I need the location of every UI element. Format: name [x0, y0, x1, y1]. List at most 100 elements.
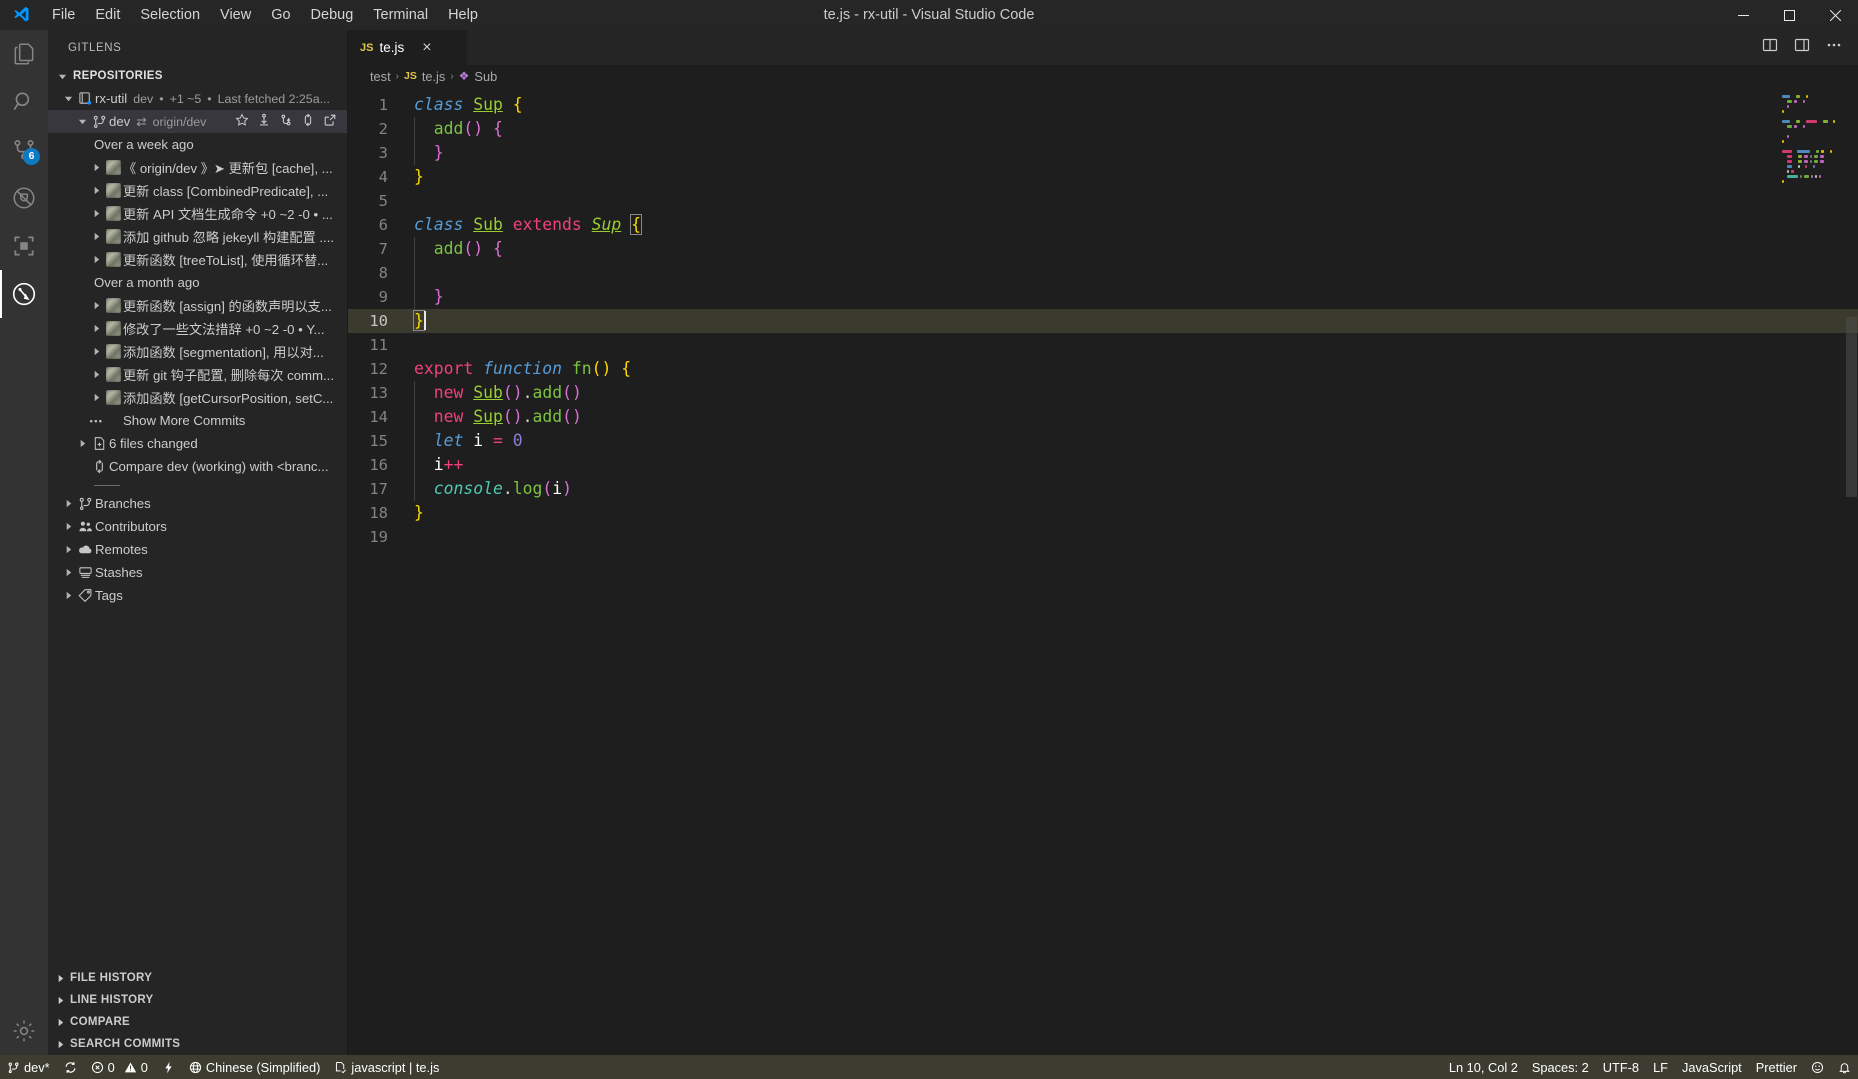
sidebar-item-tags[interactable]: Tags — [48, 584, 347, 607]
code-line[interactable]: 3 } — [348, 141, 1858, 165]
status-notifications[interactable] — [1831, 1055, 1858, 1079]
code-text[interactable]: new Sup().add() — [414, 405, 582, 429]
menu-terminal[interactable]: Terminal — [363, 1, 438, 29]
section-repositories[interactable]: REPOSITORIES — [48, 65, 347, 87]
fetch-icon[interactable] — [279, 113, 293, 130]
chevron-down-icon[interactable] — [76, 117, 89, 126]
activity-debug[interactable] — [0, 174, 48, 222]
code-text[interactable]: i++ — [414, 453, 463, 477]
code-scroll-area[interactable]: 1class Sup {2 add() {3 }4}56class Sub ex… — [348, 87, 1858, 1055]
code-text[interactable]: } — [414, 141, 444, 165]
code-text[interactable]: } — [414, 501, 424, 525]
close-icon[interactable]: × — [422, 40, 431, 56]
compare-row[interactable]: Compare dev (working) with <branc... — [48, 455, 347, 478]
code-line[interactable]: 7 add() { — [348, 237, 1858, 261]
activity-extensions[interactable] — [0, 222, 48, 270]
tab-te-js[interactable]: JS te.js × — [348, 30, 468, 65]
status-bolt[interactable] — [155, 1055, 182, 1079]
status-problems[interactable]: 0 0 — [84, 1055, 155, 1079]
code-line[interactable]: 9 } — [348, 285, 1858, 309]
chevron-right-icon[interactable] — [62, 545, 75, 554]
menu-edit[interactable]: Edit — [85, 1, 130, 29]
chevron-right-icon[interactable] — [90, 370, 103, 379]
list-item[interactable]: 更新 class [CombinedPredicate], ... — [48, 179, 347, 202]
close-button[interactable] — [1812, 0, 1858, 30]
list-item[interactable]: 添加函数 [getCursorPosition, setC... — [48, 386, 347, 409]
code-text[interactable]: class Sup { — [414, 93, 523, 117]
code-line[interactable]: 15 let i = 0 — [348, 429, 1858, 453]
activity-gitlens[interactable] — [0, 270, 48, 318]
code-line[interactable]: 10} — [348, 309, 1858, 333]
section-file-history[interactable]: FILE HISTORY — [48, 967, 347, 989]
layout-icon[interactable] — [1794, 37, 1810, 58]
section-search-commits[interactable]: SEARCH COMMITS — [48, 1033, 347, 1055]
code-text[interactable]: } — [414, 309, 426, 333]
activity-bar[interactable]: 6 — [0, 30, 48, 1055]
code-text[interactable]: console.log(i) — [414, 477, 572, 501]
list-item[interactable]: 添加 github 忽略 jekeyll 构建配置 .... — [48, 225, 347, 248]
code-line[interactable]: 1class Sup { — [348, 93, 1858, 117]
code-lines[interactable]: 1class Sup {2 add() {3 }4}56class Sub ex… — [348, 87, 1858, 549]
breadcrumb[interactable]: test › JS te.js › ❖ Sub — [348, 65, 1858, 87]
chevron-right-icon[interactable] — [90, 255, 103, 264]
code-text[interactable]: } — [414, 165, 424, 189]
menu-debug[interactable]: Debug — [301, 1, 364, 29]
chevron-right-icon[interactable] — [62, 499, 75, 508]
status-indentation[interactable]: Spaces: 2 — [1525, 1055, 1596, 1079]
code-editor[interactable]: 1class Sup {2 add() {3 }4}56class Sub ex… — [348, 87, 1858, 1055]
activity-source-control[interactable]: 6 — [0, 126, 48, 174]
menu-help[interactable]: Help — [438, 1, 488, 29]
pull-icon[interactable] — [257, 113, 271, 130]
chevron-right-icon[interactable] — [90, 301, 103, 310]
open-external-icon[interactable] — [323, 113, 337, 130]
section-line-history[interactable]: LINE HISTORY — [48, 989, 347, 1011]
code-line[interactable]: 16 i++ — [348, 453, 1858, 477]
sidebar-item-contributors[interactable]: Contributors — [48, 515, 347, 538]
sidebar-item-branches[interactable]: Branches — [48, 492, 347, 515]
manage-gear-icon[interactable] — [0, 1007, 48, 1055]
code-line[interactable]: 13 new Sub().add() — [348, 381, 1858, 405]
chevron-right-icon[interactable] — [76, 439, 89, 448]
menu-view[interactable]: View — [210, 1, 261, 29]
status-jsdoc[interactable]: javascript | te.js — [327, 1055, 446, 1079]
status-language-mode[interactable]: JavaScript — [1675, 1055, 1749, 1079]
editor-scrollbar[interactable] — [1844, 87, 1858, 1055]
code-line[interactable]: 6class Sub extends Sup { — [348, 213, 1858, 237]
code-text[interactable]: export function fn() { — [414, 357, 631, 381]
menu-go[interactable]: Go — [261, 1, 300, 29]
branch-row-actions[interactable] — [235, 113, 343, 130]
code-line[interactable]: 17 console.log(i) — [348, 477, 1858, 501]
code-text[interactable]: let i = 0 — [414, 429, 523, 453]
status-formatter[interactable]: Prettier — [1749, 1055, 1804, 1079]
chevron-right-icon[interactable] — [90, 232, 103, 241]
chevron-right-icon[interactable] — [62, 591, 75, 600]
activity-search[interactable] — [0, 78, 48, 126]
show-more-commits-row[interactable]: ••• Show More Commits — [48, 409, 347, 432]
chevron-right-icon[interactable] — [62, 522, 75, 531]
code-line[interactable]: 11 — [348, 333, 1858, 357]
chevron-down-icon[interactable] — [62, 94, 75, 103]
list-item[interactable]: 《 origin/dev 》➤ 更新包 [cache], ... — [48, 156, 347, 179]
chevron-right-icon[interactable] — [90, 163, 103, 172]
scrollbar-thumb[interactable] — [1846, 317, 1857, 497]
sidebar-bottom-sections[interactable]: FILE HISTORY LINE HISTORY COMPARE SEARCH… — [48, 967, 347, 1055]
list-item[interactable]: 添加函数 [segmentation], 用以对... — [48, 340, 347, 363]
editor-tab-bar[interactable]: JS te.js × — [348, 30, 1858, 65]
section-compare[interactable]: COMPARE — [48, 1011, 347, 1033]
compare-icon[interactable] — [301, 113, 315, 130]
gitlens-tree[interactable]: REPOSITORIES rx-util dev • — [48, 65, 347, 967]
code-text[interactable]: add() { — [414, 117, 503, 141]
code-line[interactable]: 2 add() { — [348, 117, 1858, 141]
list-item[interactable]: 更新 API 文档生成命令 +0 ~2 -0 • ... — [48, 202, 347, 225]
branch-row[interactable]: dev ⇄ origin/dev — [48, 110, 347, 133]
code-line[interactable]: 14 new Sup().add() — [348, 405, 1858, 429]
chevron-right-icon[interactable] — [62, 568, 75, 577]
code-line[interactable]: 8 — [348, 261, 1858, 285]
code-text[interactable]: new Sub().add() — [414, 381, 582, 405]
status-branch[interactable]: dev* — [0, 1055, 57, 1079]
list-item[interactable]: 修改了一些文法措辞 +0 ~2 -0 • Y... — [48, 317, 347, 340]
minimize-button[interactable] — [1720, 0, 1766, 30]
menu-bar[interactable]: File Edit Selection View Go Debug Termin… — [42, 1, 488, 29]
code-line[interactable]: 4} — [348, 165, 1858, 189]
list-item[interactable]: 更新函数 [assign] 的函数声明以支... — [48, 294, 347, 317]
